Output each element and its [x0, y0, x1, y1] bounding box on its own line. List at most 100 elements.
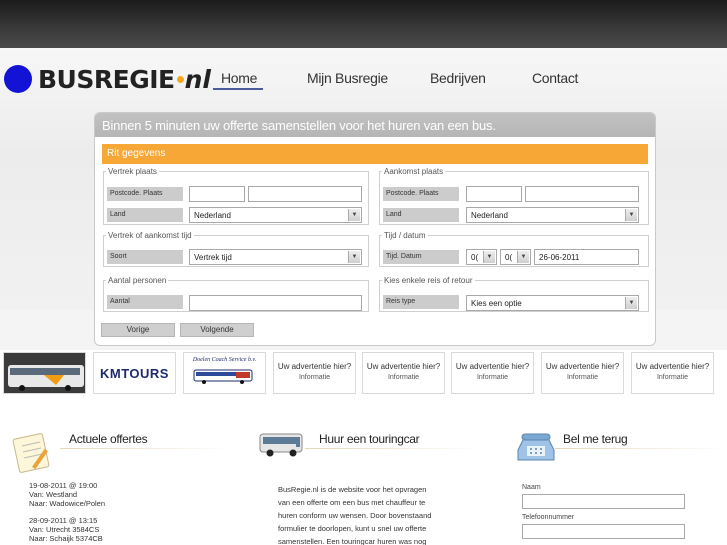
minute-value: 0( [505, 253, 513, 262]
minute-select[interactable]: 0( ▼ [500, 249, 531, 265]
ad-placeholder-2[interactable]: Uw advertentie hier? Informatie [362, 352, 445, 394]
offerte-date: 28-09-2011 @ 13:15 [29, 516, 98, 525]
ad-placeholder-3[interactable]: Uw advertentie hier? Informatie [451, 352, 534, 394]
kmt-tours-logo: KMTOURS [100, 366, 169, 381]
chevron-down-icon: ▼ [625, 209, 637, 221]
chevron-down-icon: ▼ [517, 251, 529, 263]
aankomst-postcode-input[interactable] [466, 186, 522, 202]
aankomst-plaats-input[interactable] [525, 186, 639, 202]
ad-placeholder-info: Informatie [476, 374, 509, 381]
vertrek-plaats-input[interactable] [248, 186, 362, 202]
fieldset-reis-type: Kies enkele reis of retour Reis type Kie… [379, 276, 649, 312]
next-button[interactable]: Volgende [180, 323, 254, 337]
description-line: van een offerte om een bus met chauffeur… [278, 498, 426, 507]
chevron-down-icon: ▼ [625, 297, 637, 309]
soort-value: Vertrek tijd [194, 253, 232, 262]
aankomst-land-value: Nederland [471, 211, 508, 220]
bus-icon [259, 433, 303, 457]
ad-placeholder-4[interactable]: Uw advertentie hier? Informatie [541, 352, 624, 394]
ad-placeholder-title: Uw advertentie hier? [545, 362, 620, 371]
prev-button[interactable]: Vorige [101, 323, 175, 337]
ad-doelen-coach[interactable]: Doelen Coach Service b.v. [183, 352, 266, 394]
legend-aantal-personen: Aantal personen [108, 276, 167, 285]
ad-kmt-tours[interactable]: KMTOURS [93, 352, 176, 394]
ad-placeholder-title: Uw advertentie hier? [277, 362, 352, 371]
description-line: BusRegie.nl is de website voor het opvra… [278, 485, 427, 494]
offerte-van: Van: Westland [29, 490, 78, 499]
description-line: formulier te doorlopen, kunt u snel uw o… [278, 524, 427, 533]
aantal-input[interactable] [189, 295, 362, 311]
ad-placeholder-info: Informatie [566, 374, 599, 381]
nav-home[interactable]: Home [221, 70, 257, 86]
vertrek-land-select[interactable]: Nederland ▼ [189, 207, 362, 223]
ad-placeholder-info: Informatie [387, 374, 420, 381]
bus-photo-icon [4, 353, 85, 393]
nav-bedrijven[interactable]: Bedrijven [430, 70, 486, 86]
notepad-icon [12, 433, 50, 473]
telefoonnummer-input[interactable] [522, 524, 685, 539]
ad-bus-photo[interactable] [3, 352, 86, 394]
ad-placeholder-5[interactable]: Uw advertentie hier? Informatie [631, 352, 714, 394]
chevron-down-icon: ▼ [348, 251, 360, 263]
ad-placeholder-title: Uw advertentie hier? [635, 362, 710, 371]
description-line: samenstellen. Een touringcar huren was n… [278, 537, 427, 545]
reis-type-value: Kies een optie [471, 299, 522, 308]
heading-underline [555, 448, 725, 449]
hour-select[interactable]: 0( ▼ [466, 249, 497, 265]
section-bar-rit-gegevens: Rit gegevens [102, 144, 648, 164]
label-tijd-datum: Tijd. Datum [383, 250, 459, 264]
legend-aankomst-plaats: Aankomst plaats [384, 167, 444, 176]
top-bar [0, 0, 727, 48]
label-soort: Soort [107, 250, 183, 264]
label-postcode-plaats: Postcode. Plaats [107, 187, 183, 201]
ad-placeholder-info: Informatie [298, 374, 331, 381]
label-telefoonnummer: Telefoonnummer [522, 514, 575, 521]
offerte-van: Van: Utrecht 3584CS [29, 525, 100, 534]
fieldset-aantal-personen: Aantal personen Aantal [103, 276, 369, 312]
main-nav: Home Mijn Busregie Bedrijven Contact [0, 70, 727, 92]
label-aantal: Aantal [107, 295, 183, 309]
nav-active-underline [213, 88, 263, 90]
doelen-coach-logo: Doelen Coach Service b.v. [192, 357, 257, 363]
chevron-down-icon: ▼ [348, 209, 360, 221]
naam-input[interactable] [522, 494, 685, 509]
ad-placeholder-title: Uw advertentie hier? [366, 362, 441, 371]
quote-form-panel: Binnen 5 minuten uw offerte samenstellen… [94, 112, 656, 346]
label-reis-type: Reis type [383, 295, 459, 309]
fieldset-aankomst-plaats: Aankomst plaats Postcode. Plaats Land Ne… [379, 167, 649, 225]
heading-actuele-offertes: Actuele offertes [69, 432, 148, 446]
ad-placeholder-1[interactable]: Uw advertentie hier? Informatie [273, 352, 356, 394]
touringcar-description: BusRegie.nl is de website voor het opvra… [278, 483, 431, 545]
offerte-date: 19-08-2011 @ 19:00 [29, 481, 98, 490]
soort-select[interactable]: Vertrek tijd ▼ [189, 249, 362, 265]
aankomst-land-select[interactable]: Nederland ▼ [466, 207, 639, 223]
reis-type-select[interactable]: Kies een optie ▼ [466, 295, 639, 311]
heading-underline [305, 448, 480, 449]
chevron-down-icon: ▼ [483, 251, 495, 263]
vertrek-land-value: Nederland [194, 211, 231, 220]
offerte-item-2[interactable]: 28-09-2011 @ 13:15 Van: Utrecht 3584CS N… [29, 516, 103, 543]
fieldset-vertrek-tijd: Vertrek of aankomst tijd Soort Vertrek t… [103, 231, 369, 267]
ad-placeholder-title: Uw advertentie hier? [455, 362, 530, 371]
ad-placeholder-info: Informatie [656, 374, 689, 381]
label-land: Land [107, 208, 183, 222]
offerte-naar: Naar: Wadowice/Polen [29, 499, 106, 508]
legend-reis-type: Kies enkele reis of retour [384, 276, 473, 285]
heading-underline [60, 448, 230, 449]
date-input[interactable]: 26-06-2011 [534, 249, 639, 265]
fieldset-tijd-datum: Tijd / datum Tijd. Datum 0( ▼ 0( ▼ 26-06… [379, 231, 649, 267]
phone-icon [517, 433, 555, 461]
label-naam: Naam [522, 484, 541, 491]
nav-contact[interactable]: Contact [532, 70, 578, 86]
nav-mijn-busregie[interactable]: Mijn Busregie [307, 70, 388, 86]
fieldset-vertrek-plaats: Vertrek plaats Postcode. Plaats Land Ned… [103, 167, 369, 225]
label-land: Land [383, 208, 459, 222]
vertrek-postcode-input[interactable] [189, 186, 245, 202]
legend-vertrek-plaats: Vertrek plaats [108, 167, 157, 176]
hour-value: 0( [471, 253, 479, 262]
form-title: Binnen 5 minuten uw offerte samenstellen… [95, 113, 655, 137]
description-line: huren conform uw wensen. Door bovenstaan… [278, 511, 432, 520]
heading-huur-touringcar: Huur een touringcar [319, 432, 420, 446]
coach-bus-icon [193, 369, 252, 384]
offerte-item-1[interactable]: 19-08-2011 @ 19:00 Van: Westland Naar: W… [29, 481, 105, 508]
